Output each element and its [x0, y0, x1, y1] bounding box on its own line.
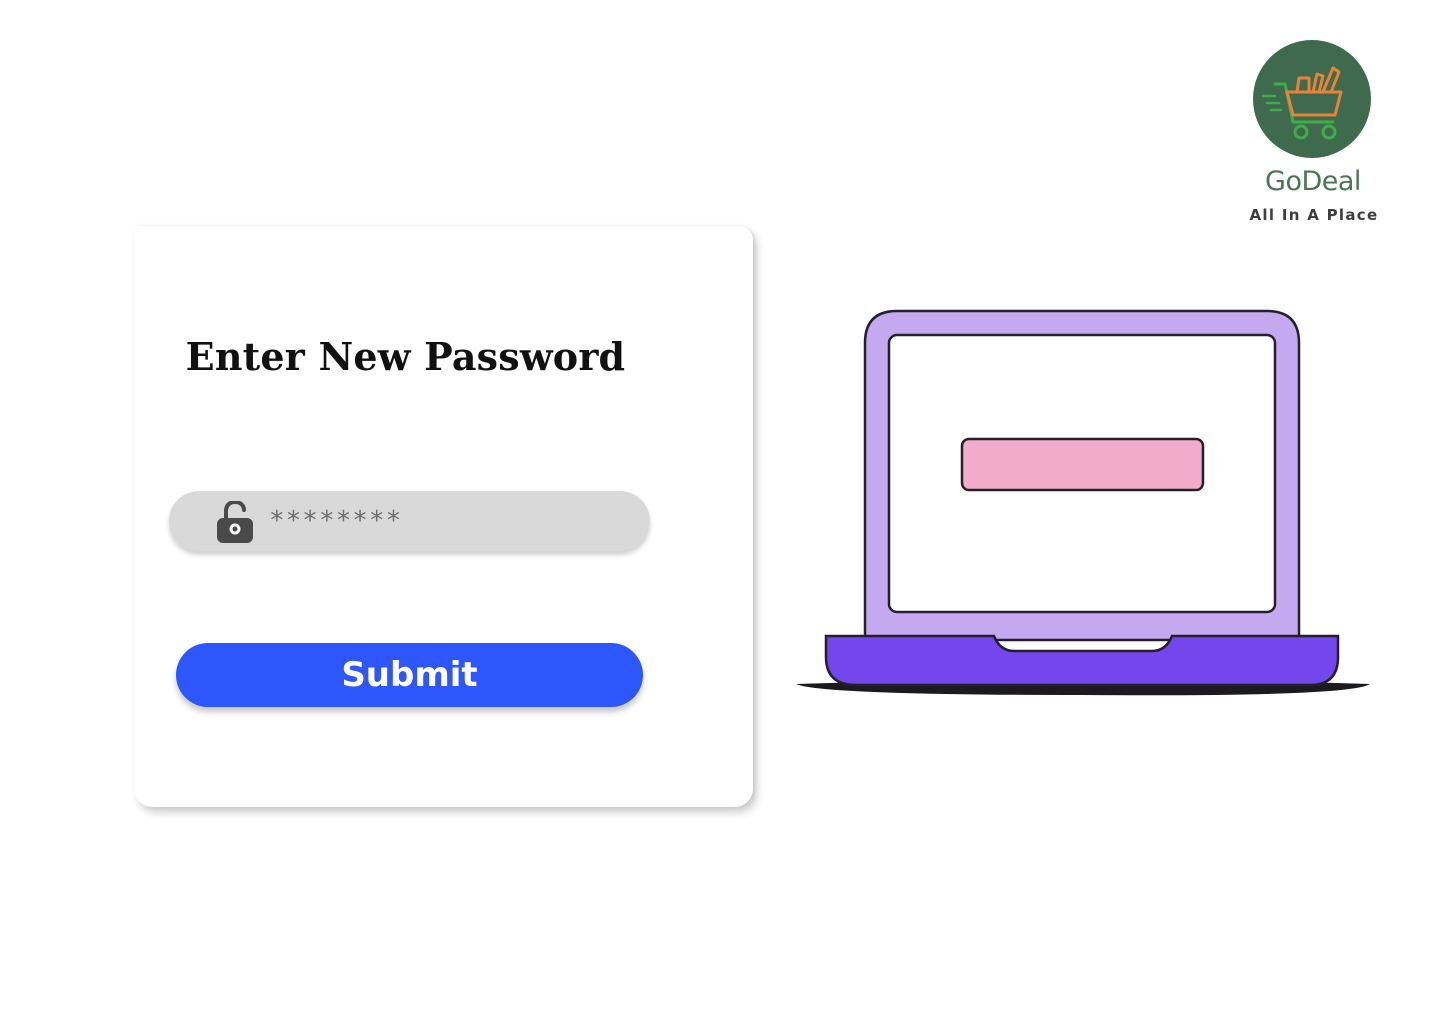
password-input[interactable] [269, 503, 629, 539]
unlock-icon [217, 501, 253, 543]
password-field[interactable] [169, 491, 650, 551]
shopping-cart-icon [1253, 40, 1371, 158]
laptop-illustration [796, 309, 1370, 696]
page-title: Enter New Password [185, 334, 626, 379]
brand-logo: GoDeal All In A Place [1240, 38, 1390, 228]
brand-tagline: All In A Place [1249, 206, 1379, 224]
brand-name: GoDeal [1265, 166, 1361, 197]
password-card: Enter New Password Submit [134, 226, 753, 807]
submit-button[interactable]: Submit [176, 643, 643, 707]
reset-password-page: GoDeal All In A Place Enter New Password… [0, 0, 1440, 1024]
